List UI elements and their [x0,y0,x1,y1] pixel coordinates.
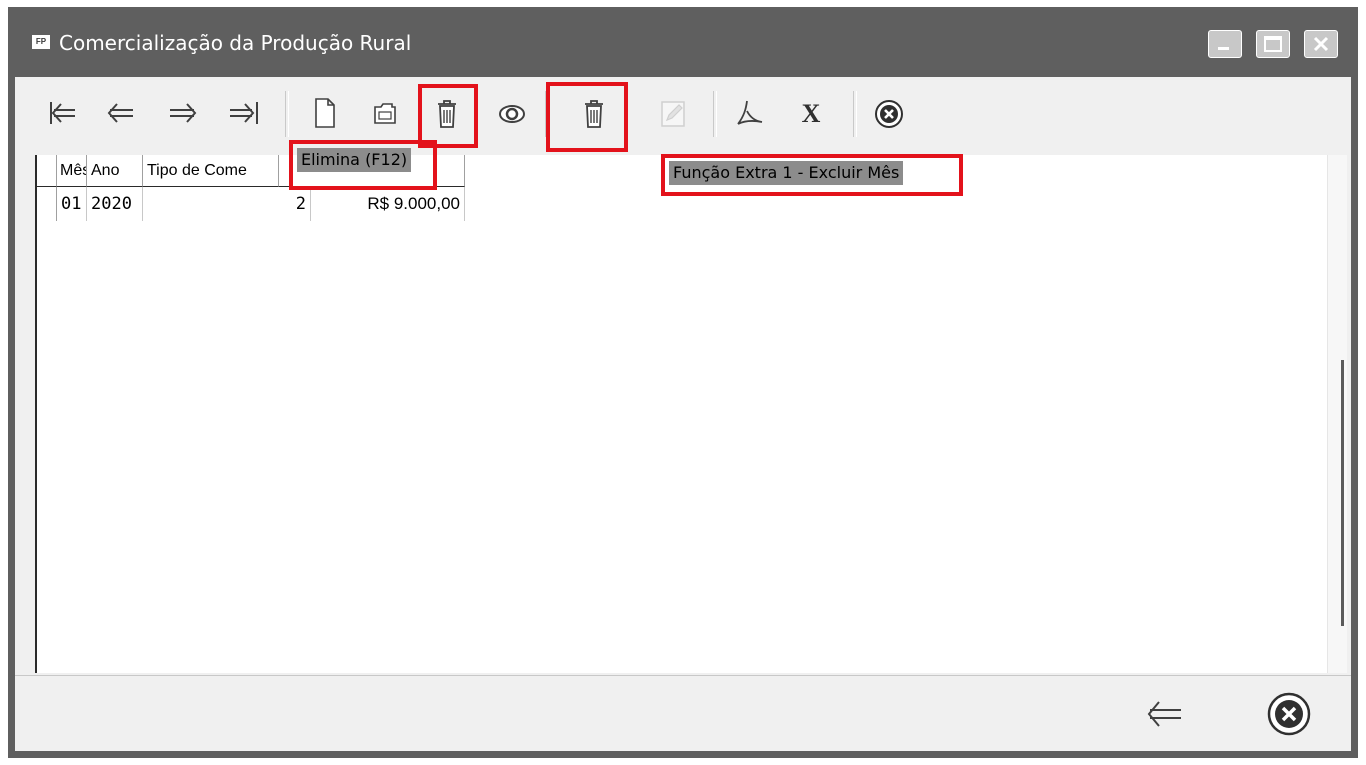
last-record-button[interactable] [227,89,265,139]
back-button[interactable] [1135,686,1191,742]
toolbar-separator [545,91,549,137]
minimize-icon [1218,47,1229,50]
svg-text:X: X [802,99,821,128]
export-pdf-button[interactable] [730,89,768,139]
first-record-button[interactable] [43,89,81,139]
last-arrow-icon [230,102,258,124]
app-icon: FP [32,35,50,49]
maximize-icon [1264,36,1282,52]
excel-icon: X [802,99,821,128]
minimize-button[interactable] [1208,30,1242,58]
cell-valor: R$ 9.000,00 [311,187,465,221]
first-arrow-icon [50,102,75,124]
edit-button[interactable] [365,89,403,139]
extra-function-tooltip: Função Extra 1 - Excluir Mês [669,161,904,185]
column-header-mes[interactable]: Mês [57,155,87,187]
close-icon [1313,36,1329,52]
trash-icon [585,100,603,128]
column-header-ano[interactable]: Ano [87,155,143,187]
grid-header-indicator [37,155,57,187]
delete-tooltip: Elimina (F12) [297,148,412,172]
close-window-button[interactable] [1304,30,1338,58]
left-arrow-icon [107,103,133,123]
view-button[interactable] [493,89,531,139]
row-indicator [37,187,57,221]
footer-bar [15,675,1351,751]
close-circle-icon [1267,692,1311,736]
footer-close-button[interactable] [1261,686,1317,742]
eye-icon [499,105,525,123]
main-window: FP Comercialização da Produção Rural X M… [8,7,1358,758]
extra-function-button[interactable] [575,89,613,139]
title-bar[interactable]: FP Comercialização da Produção Rural [8,7,1358,75]
toolbar: X [15,77,1351,155]
new-button[interactable] [305,89,343,139]
pdf-icon [737,100,763,125]
previous-record-button[interactable] [103,89,141,139]
edit-disabled-button[interactable] [653,89,691,139]
delete-button[interactable] [428,89,466,139]
folder-icon [374,103,396,124]
data-grid[interactable]: Mês Ano Tipo de Come 01 2020 2 R$ 9.000,… [35,155,1347,673]
close-button[interactable] [870,89,908,139]
next-record-button[interactable] [165,89,203,139]
new-document-icon [315,98,335,128]
right-arrow-icon [170,103,197,123]
close-circle-icon [875,100,903,128]
column-header-tipo[interactable]: Tipo de Come [143,155,279,187]
maximize-button[interactable] [1256,30,1290,58]
cell-tipo: 2 [143,187,311,221]
back-arrow-icon [1147,701,1181,727]
vertical-scrollbar[interactable] [1327,155,1347,673]
cell-mes: 01 [57,187,87,221]
window-title: Comercialização da Produção Rural [59,31,412,55]
toolbar-separator [853,91,857,137]
export-excel-button[interactable]: X [792,89,830,139]
toolbar-separator [285,91,289,137]
scrollbar-thumb[interactable] [1341,360,1344,626]
trash-icon [438,100,456,128]
cell-ano: 2020 [87,187,143,221]
pencil-icon [661,101,685,127]
toolbar-separator [713,91,717,137]
